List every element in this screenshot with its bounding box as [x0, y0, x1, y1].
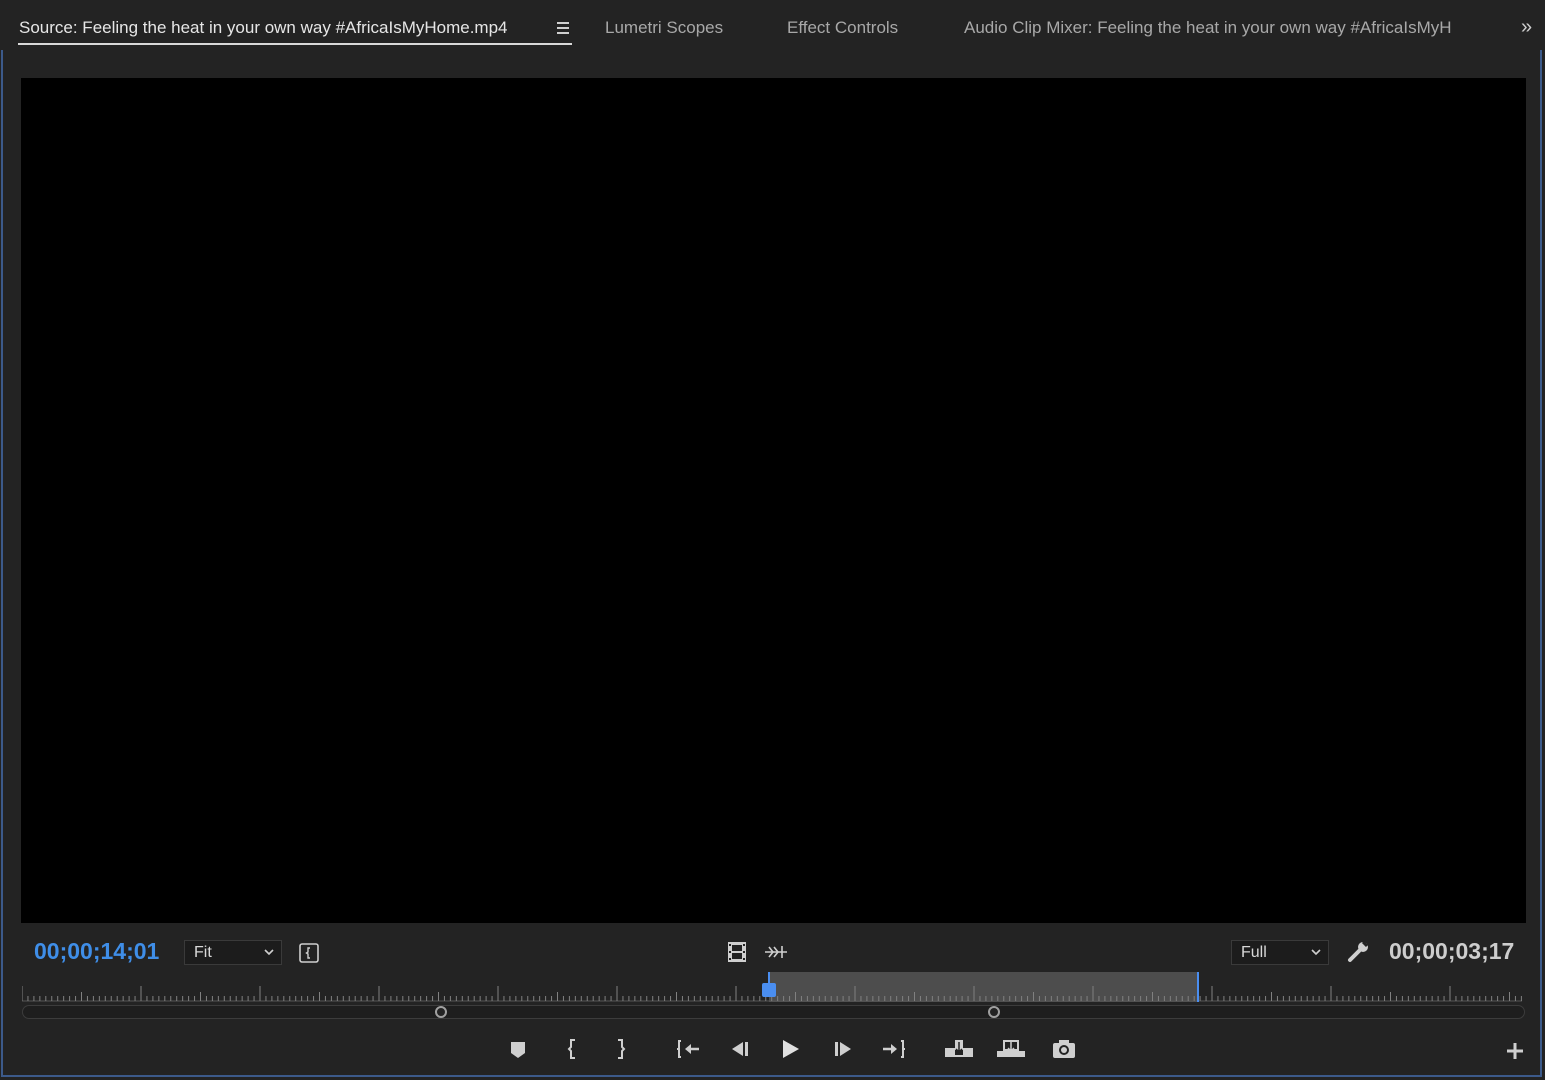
duration-timecode: 00;00;03;17 — [1389, 938, 1515, 964]
zoom-level-select[interactable]: Fit — [184, 940, 282, 965]
button-editor-plus-icon[interactable] — [1504, 1040, 1526, 1062]
step-forward-icon[interactable] — [831, 1036, 857, 1062]
audio-waveform-icon[interactable] — [764, 943, 788, 961]
step-back-icon[interactable] — [726, 1036, 752, 1062]
wrench-icon[interactable] — [1347, 940, 1371, 964]
tab-lumetri-scopes[interactable]: Lumetri Scopes — [605, 17, 745, 41]
tab-effect-controls[interactable]: Effect Controls — [787, 17, 927, 41]
film-strip-icon[interactable] — [727, 941, 747, 963]
go-to-in-icon[interactable] — [675, 1036, 701, 1062]
tab-overflow-icon[interactable]: » — [1521, 16, 1532, 39]
playhead[interactable] — [762, 983, 776, 997]
zoom-scrollbar[interactable] — [22, 1005, 1525, 1019]
current-timecode[interactable]: 00;00;14;01 — [34, 938, 159, 965]
video-preview[interactable] — [21, 78, 1526, 923]
play-icon[interactable] — [777, 1036, 803, 1062]
tab-source[interactable]: Source: Feeling the heat in your own way… — [19, 17, 549, 41]
overwrite-icon[interactable] — [996, 1036, 1026, 1062]
active-tab-indicator — [18, 43, 572, 45]
mark-in-icon[interactable] — [560, 1036, 586, 1062]
zoom-handle-left[interactable] — [435, 1006, 447, 1018]
insert-icon[interactable] — [944, 1036, 974, 1062]
out-point-marker[interactable] — [1197, 972, 1199, 1002]
export-frame-icon[interactable] — [1051, 1036, 1077, 1062]
add-marker-icon[interactable] — [505, 1036, 531, 1062]
go-to-out-icon[interactable] — [881, 1036, 907, 1062]
chevron-down-icon — [264, 949, 274, 956]
source-monitor-panel: Source: Feeling the heat in your own way… — [0, 0, 1545, 1080]
drag-video-icon[interactable] — [299, 943, 319, 963]
mark-out-icon[interactable] — [607, 1036, 633, 1062]
chevron-down-icon — [1311, 949, 1321, 956]
tab-audio-clip-mixer[interactable]: Audio Clip Mixer: Feeling the heat in yo… — [964, 17, 1486, 41]
zoom-handle-right[interactable] — [988, 1006, 1000, 1018]
panel-menu-icon[interactable] — [557, 22, 569, 34]
zoom-level-value: Fit — [194, 944, 212, 961]
playback-resolution-select[interactable]: Full — [1231, 940, 1329, 965]
panel-tab-bar: Source: Feeling the heat in your own way… — [0, 0, 1545, 50]
playback-resolution-value: Full — [1241, 944, 1267, 961]
